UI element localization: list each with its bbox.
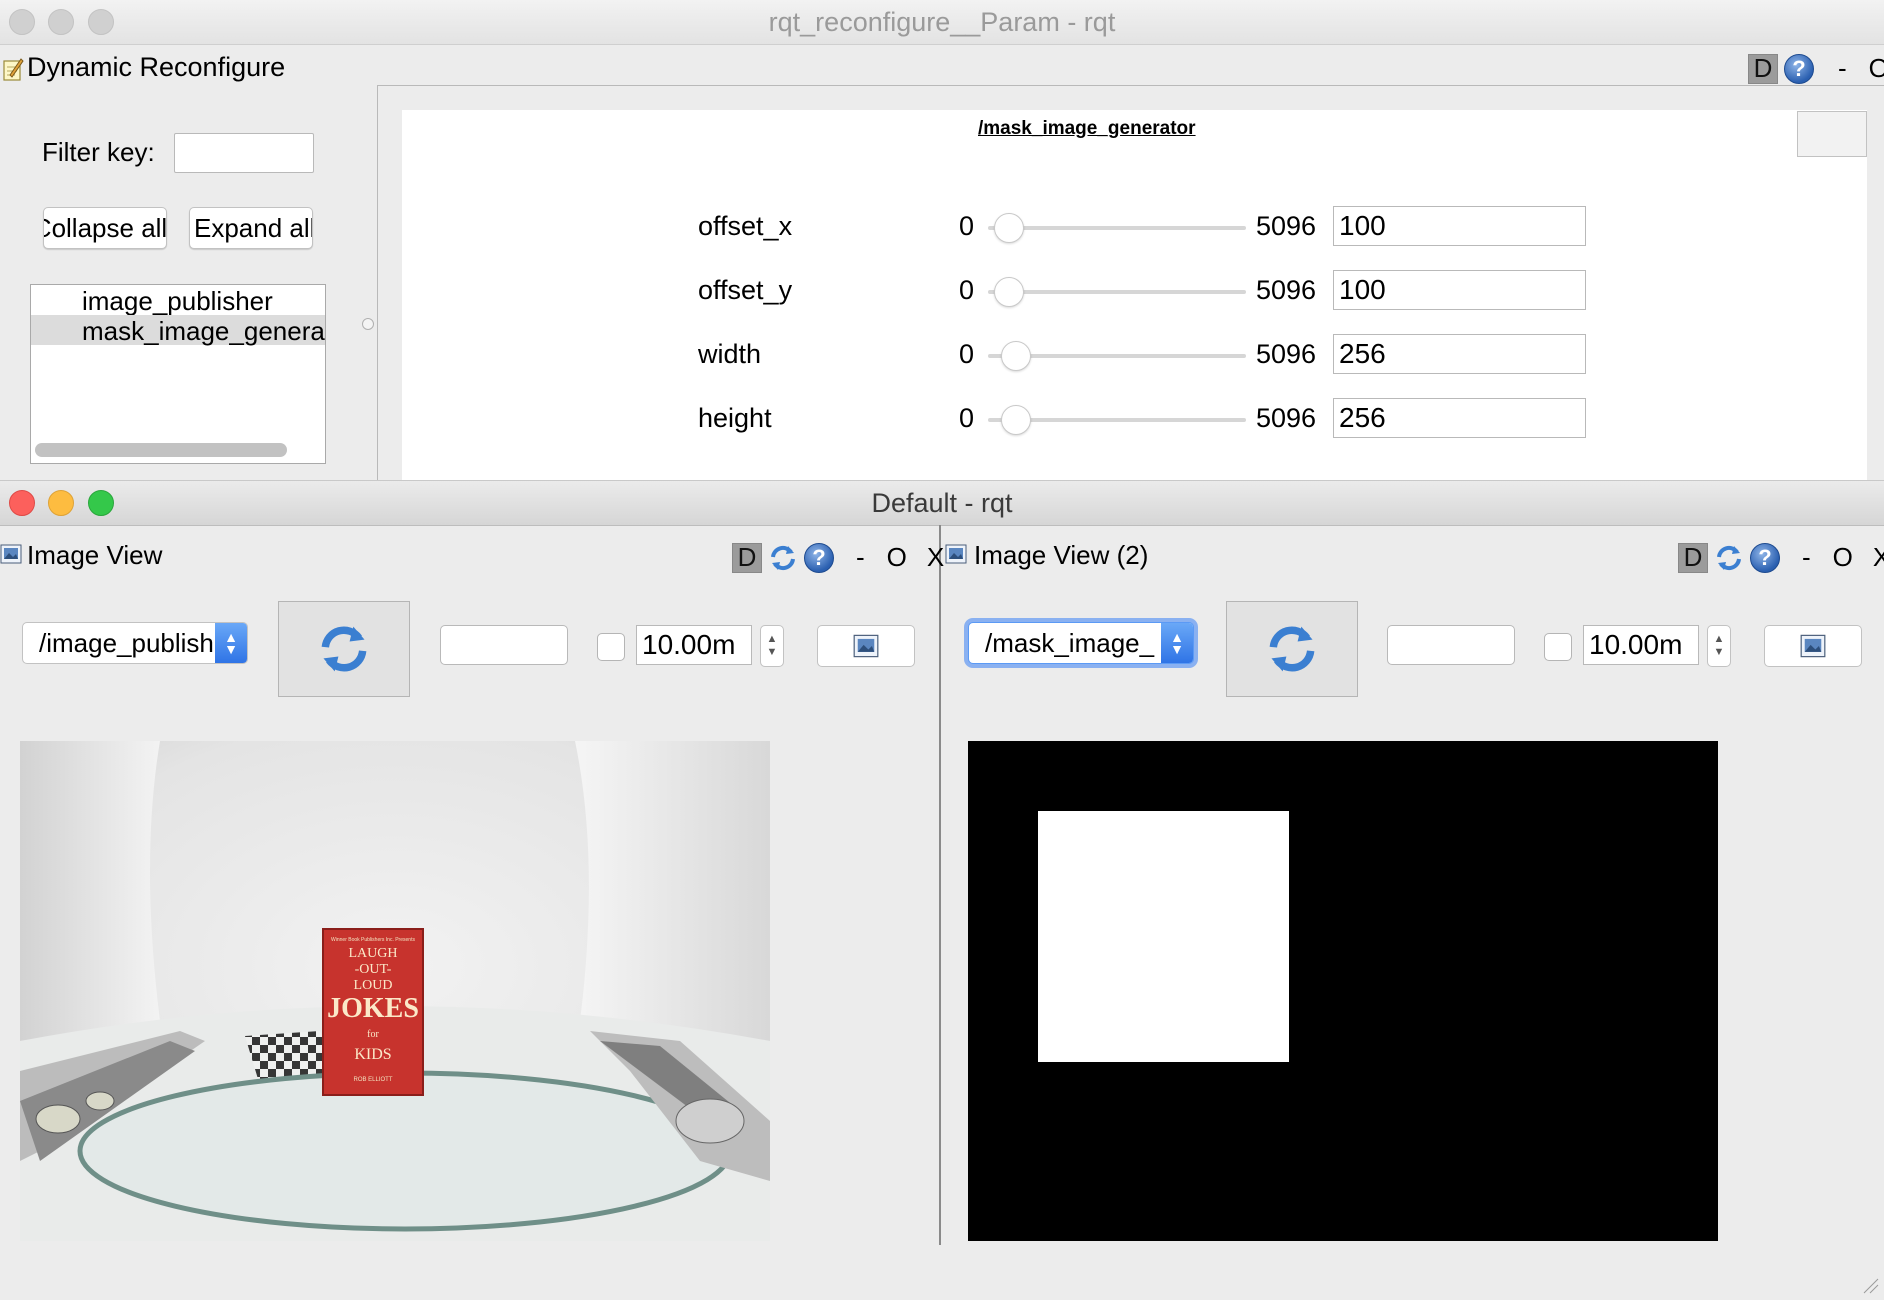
param-slider-knob[interactable] (994, 213, 1025, 243)
image-view-icon (0, 543, 22, 565)
resize-grip[interactable] (1860, 1275, 1880, 1295)
timeout-spinner[interactable]: ▲ ▼ (1707, 625, 1731, 667)
dynamic-reconfigure-title: Dynamic Reconfigure (27, 52, 286, 82)
chevron-updown-icon: ▲ ▼ (215, 623, 247, 663)
refresh-icon[interactable] (768, 543, 798, 573)
param-row-height: height 0 5096 256 (402, 398, 1867, 442)
extra-input[interactable] (440, 625, 568, 665)
image-icon (853, 634, 879, 658)
image-icon (1800, 634, 1826, 658)
book-line: for (367, 1029, 379, 1040)
save-image-button[interactable] (817, 625, 915, 667)
param-max: 5096 (1256, 211, 1317, 241)
dock-d-button[interactable]: D (732, 542, 762, 573)
param-name: width (698, 339, 762, 369)
close-dock-button[interactable]: X (1873, 542, 1884, 573)
filter-key-input[interactable] (174, 133, 314, 173)
param-name: offset_x (698, 211, 793, 241)
param-min: 0 (959, 275, 975, 305)
refresh-icon (321, 626, 367, 672)
filter-key-label: Filter key: (42, 137, 155, 167)
view2-dock-buttons: D ? - O X (1678, 542, 1884, 573)
smooth-checkbox[interactable] (1544, 633, 1572, 661)
help-icon[interactable]: ? (804, 542, 834, 573)
param-value-input[interactable]: 256 (1333, 334, 1586, 374)
param-slider-knob[interactable] (1001, 341, 1032, 371)
node-tree-scrollbar[interactable] (35, 443, 287, 457)
param-row-offset-x: offset_x 0 5096 100 (402, 206, 1867, 250)
param-slider[interactable] (988, 290, 1246, 294)
bottom-window-title: Default - rqt (871, 488, 1013, 518)
topic-combobox-2[interactable]: /mask_image_ ▲ ▼ (968, 622, 1194, 664)
top-window-title: rqt_reconfigure__Param - rqt (768, 7, 1116, 37)
rqt-main-window: Default - rqt Image View D ? - O X /imag… (0, 480, 1884, 1299)
mask-image (968, 741, 1718, 1241)
param-slider[interactable] (988, 226, 1246, 230)
book-line: KIDS (354, 1046, 391, 1063)
book-line: LAUGH (349, 946, 398, 961)
param-max: 5096 (1256, 403, 1317, 433)
node-item-image-publisher[interactable]: image_publisher (31, 285, 325, 316)
refresh-topics-button[interactable] (278, 601, 410, 697)
param-slider-knob[interactable] (1001, 405, 1032, 435)
param-min: 0 (959, 211, 975, 241)
help-icon[interactable]: ? (1750, 542, 1780, 573)
float-dock-button[interactable]: O (887, 542, 907, 573)
float-dock-button[interactable]: O (1869, 53, 1884, 84)
image-view-title: Image View (27, 540, 163, 570)
minimize-dock-button[interactable]: - (1802, 542, 1811, 573)
timeout-input[interactable]: 10.00m (636, 625, 752, 665)
collapse-all-button[interactable]: Collapse all (43, 207, 167, 249)
dock-d-button[interactable]: D (1678, 542, 1708, 573)
param-min: 0 (959, 403, 975, 433)
params-list: offset_x 0 5096 100 offset_y 0 5096 100 width 0 50… (402, 110, 1867, 480)
mask-rectangle (1038, 811, 1289, 1062)
image-view-2-title: Image View (2) (974, 540, 1149, 570)
image-view-icon (945, 543, 967, 565)
node-item-mask-image-generator[interactable]: mask_image_generator (31, 315, 325, 346)
expand-all-button[interactable]: Expand all (189, 207, 313, 249)
param-value-input[interactable]: 256 (1333, 398, 1586, 438)
param-row-width: width 0 5096 256 (402, 334, 1867, 378)
refresh-topics-button[interactable] (1226, 601, 1358, 697)
splitter-handle[interactable] (362, 318, 374, 330)
param-slider-knob[interactable] (994, 277, 1025, 307)
refresh-icon (1269, 626, 1315, 672)
dock-d-button[interactable]: D (1748, 53, 1778, 84)
reconfigure-window: rqt_reconfigure__Param - rqt Dynamic Rec… (0, 0, 1884, 480)
float-dock-button[interactable]: O (1833, 542, 1853, 573)
param-min: 0 (959, 339, 975, 369)
view1-dock-buttons: D ? - O X (732, 542, 944, 573)
param-value-input[interactable]: 100 (1333, 206, 1586, 246)
image-view-2: Image View (2) D ? - O X /mask_image_ ▲ ▼… (941, 525, 1884, 1299)
image-view-1: Image View D ? - O X /image_publish ▲ ▼ 1… (0, 525, 944, 1299)
param-panel: /mask_image_generator offset_x 0 5096 100 of… (402, 110, 1867, 480)
topic-combobox[interactable]: /image_publish ▲ ▼ (22, 622, 248, 664)
minimize-dock-button[interactable]: - (1838, 53, 1847, 84)
timeout-input[interactable]: 10.00m (1583, 625, 1699, 665)
smooth-checkbox[interactable] (597, 633, 625, 661)
book-line: JOKES (327, 993, 419, 1024)
param-max: 5096 (1256, 339, 1317, 369)
notepad-icon (2, 56, 24, 82)
minimize-dock-button[interactable]: - (856, 542, 865, 573)
book-line: LOUD (354, 978, 393, 993)
param-max: 5096 (1256, 275, 1317, 305)
help-icon[interactable]: ? (1784, 53, 1814, 84)
refresh-icon[interactable] (1714, 543, 1744, 573)
extra-input[interactable] (1387, 625, 1515, 665)
node-tree[interactable]: image_publisher mask_image_generator (30, 284, 326, 464)
chevron-updown-icon: ▲ ▼ (1161, 623, 1193, 663)
param-row-offset-y: offset_y 0 5096 100 (402, 270, 1867, 314)
camera-image: Winner Book Publishers Inc. Presents LAU… (20, 741, 770, 1241)
save-image-button[interactable] (1764, 625, 1862, 667)
book-author: ROB ELLIOTT (353, 1077, 392, 1083)
param-name: height (698, 403, 772, 433)
top-dock-buttons: D ? - O (1748, 53, 1884, 84)
param-name: offset_y (698, 275, 793, 305)
timeout-spinner[interactable]: ▲ ▼ (760, 625, 784, 667)
param-value-input[interactable]: 100 (1333, 270, 1586, 310)
book-line: -OUT- (355, 962, 392, 977)
book-top-text: Winner Book Publishers Inc. Presents (331, 937, 415, 943)
